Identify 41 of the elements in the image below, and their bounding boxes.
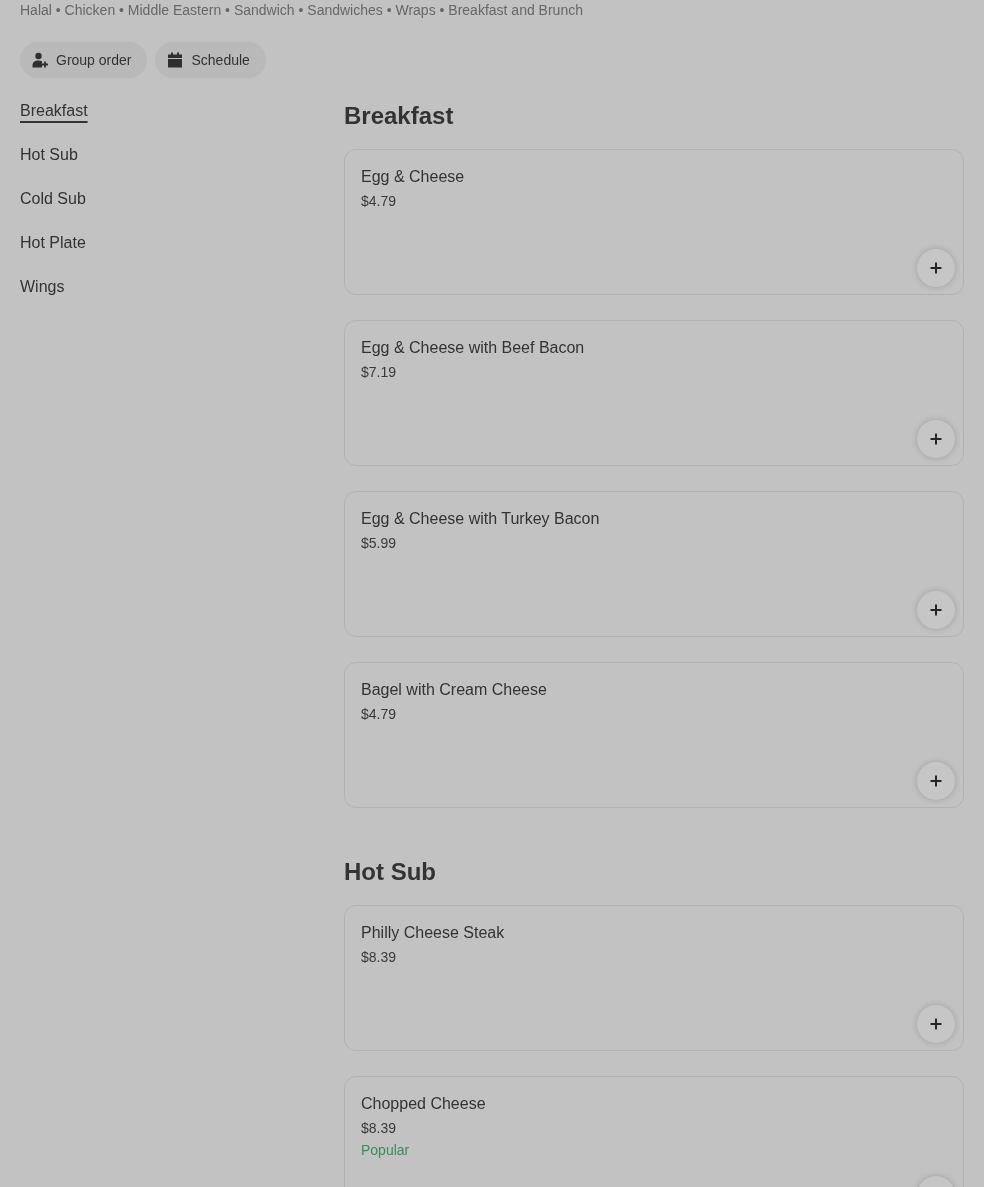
calendar-icon [167,52,184,68]
item-name: Egg & Cheese with Turkey Bacon [361,509,600,529]
schedule-button[interactable]: Schedule [155,42,266,78]
item-name: Bagel with Cream Cheese [361,680,547,700]
category-link[interactable]: Hot Sub [20,145,78,165]
plus-icon [930,604,942,616]
add-button[interactable] [917,1005,955,1043]
item-price: $8.39 [361,948,397,966]
menu-item-card[interactable]: Egg & Cheese with Beef Bacon $7.19 [344,320,964,466]
plus-icon [930,262,942,274]
section-heading: Hot Sub [344,857,437,887]
group-order-button[interactable]: Group order [20,42,148,78]
section-heading: Breakfast [344,101,455,131]
menu-item-card[interactable]: Bagel with Cream Cheese $4.79 [344,662,964,808]
add-button[interactable] [917,762,955,800]
menu-item-card[interactable]: Egg & Cheese with Turkey Bacon $5.99 [344,491,964,637]
menu-item-card[interactable]: Philly Cheese Steak $8.39 [344,905,964,1051]
menu-item-card[interactable]: Chopped Cheese $8.39 Popular [344,1076,964,1187]
item-price: $5.99 [361,534,397,552]
item-price: $4.79 [361,192,397,210]
category-link[interactable]: Wings [20,277,65,297]
item-name: Egg & Cheese [361,167,465,187]
category-link[interactable]: Hot Plate [20,233,86,253]
plus-icon [930,433,942,445]
cuisine-tags: Halal • Chicken • Middle Eastern • Sandwich • Sandwiches • Wraps • Breakfast and Brunch [20,0,964,20]
item-name: Egg & Cheese with Beef Bacon [361,338,585,358]
plus-icon [930,775,942,787]
item-name: Philly Cheese Steak [361,923,505,943]
item-price: $4.79 [361,705,397,723]
item-name: Chopped Cheese [361,1094,486,1114]
popularity-label: Popular [361,1141,410,1159]
plus-icon [930,1018,942,1030]
add-button[interactable] [917,420,955,458]
item-price: $7.19 [361,363,397,381]
add-button[interactable] [917,591,955,629]
item-price: $8.39 [361,1119,397,1137]
person-add-icon [32,52,48,68]
add-button[interactable] [917,249,955,287]
category-link[interactable]: Cold Sub [20,189,86,209]
menu-item-card[interactable]: Egg & Cheese $4.79 [344,149,964,295]
category-link[interactable]: Breakfast [20,101,88,121]
